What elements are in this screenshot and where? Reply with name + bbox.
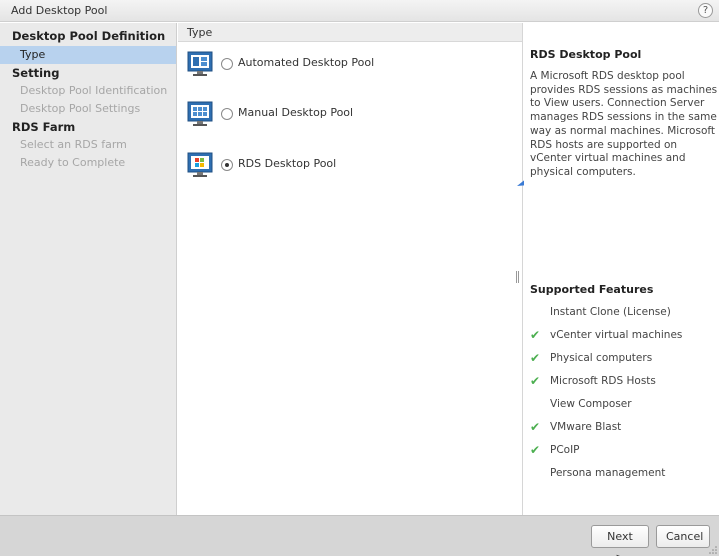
feature-label: Physical computers [550,352,653,364]
option-automated-pool[interactable]: Automated Desktop Pool [187,51,487,79]
rds-pool-label: RDS Desktop Pool [238,157,337,170]
sidebar-item-select-rds-farm[interactable]: Select an RDS farm [0,136,176,154]
sidebar-item-pool-identification[interactable]: Desktop Pool Identification [0,82,176,100]
sidebar-section-setting[interactable]: Setting [0,64,176,82]
feature-row: ✔ Microsoft RDS Hosts [530,372,715,390]
feature-label: PCoIP [550,444,580,456]
automated-pool-label: Automated Desktop Pool [238,56,375,69]
pool-type-pane: Type Automated Desktop Pool Manual Deskt… [178,23,610,515]
feature-label: Instant Clone (License) [550,306,671,318]
feature-row: View Composer [530,395,715,413]
wizard-sidebar: Desktop Pool Definition Type Setting Des… [0,23,177,515]
wizard-footer: Next > Cancel [0,515,719,556]
automated-pool-radio[interactable] [221,58,233,70]
panel-title: RDS Desktop Pool [530,48,642,61]
feature-row: Instant Clone (License) [530,303,715,321]
sidebar-section-pool-definition[interactable]: Desktop Pool Definition [0,27,176,45]
feature-label: VMware Blast [550,421,622,433]
feature-row: ✔ vCenter virtual machines [530,326,715,344]
feature-row: ✔ Physical computers [530,349,715,367]
description-panel: RDS Desktop Pool A Microsoft RDS desktop… [524,23,719,515]
resize-grip-icon[interactable] [709,546,717,554]
check-icon: ✔ [530,328,541,342]
column-header-label: Type [187,26,213,39]
supported-features-title: Supported Features [530,283,654,296]
help-icon[interactable]: ? [698,3,713,18]
title-bar: Add Desktop Pool ? [0,0,719,22]
check-icon: ✔ [530,443,541,457]
feature-label: View Composer [550,398,632,410]
rds-pool-radio[interactable] [221,159,233,171]
sidebar-item-type[interactable]: Type [0,46,176,64]
manual-pool-icon [187,101,213,126]
feature-label: Microsoft RDS Hosts [550,375,656,387]
sidebar-section-rds-farm[interactable]: RDS Farm [0,118,176,136]
option-rds-pool[interactable]: RDS Desktop Pool [187,152,487,180]
check-icon: ✔ [530,374,541,388]
panel-description: A Microsoft RDS desktop pool provides RD… [530,70,718,178]
cancel-button[interactable]: Cancel [656,525,710,548]
automated-pool-icon [187,51,213,76]
rds-pool-icon [187,152,213,177]
check-icon: ✔ [530,351,541,365]
next-button[interactable]: Next > [591,525,649,556]
feature-label: Persona management [550,467,666,479]
feature-label: vCenter virtual machines [550,329,683,341]
sidebar-item-pool-settings[interactable]: Desktop Pool Settings [0,100,176,118]
option-manual-pool[interactable]: Manual Desktop Pool [187,101,487,129]
window-title: Add Desktop Pool [11,4,108,17]
check-icon: ✔ [530,420,541,434]
pane-resize-handle[interactable] [516,271,519,283]
feature-row: ✔ VMware Blast [530,418,715,436]
feature-row: Persona management [530,464,715,482]
manual-pool-radio[interactable] [221,108,233,120]
manual-pool-label: Manual Desktop Pool [238,106,354,119]
feature-row: ✔ PCoIP [530,441,715,459]
sidebar-item-ready-to-complete[interactable]: Ready to Complete [0,154,176,172]
column-header: Type [178,23,522,42]
